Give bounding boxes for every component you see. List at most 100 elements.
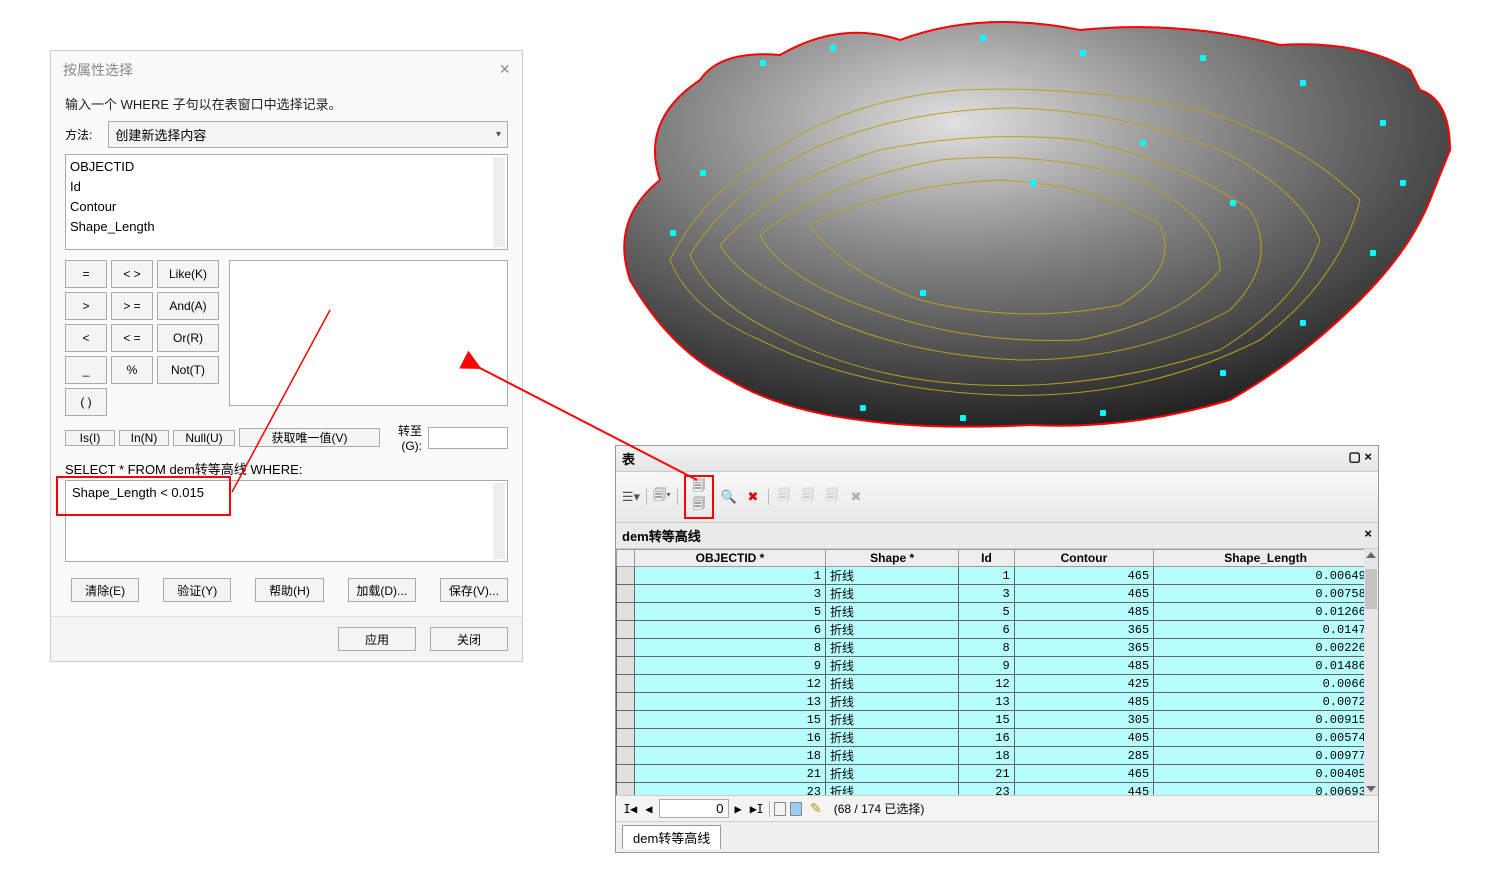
switch-selection-icon[interactable]: 🗐 <box>690 497 708 515</box>
table-row[interactable]: 12折线124250.00668 <box>617 675 1378 693</box>
op-and[interactable]: And(A) <box>157 292 219 320</box>
cell: 0.012663 <box>1154 603 1378 621</box>
select-by-attributes-dialog: 按属性选择 × 输入一个 WHERE 子句以在表窗口中选择记录。 方法: 创建新… <box>50 50 523 662</box>
cell: 折线 <box>826 693 959 711</box>
op-underscore[interactable]: _ <box>65 356 107 384</box>
panel-window-controls[interactable]: ▢ × <box>1349 449 1373 468</box>
cell: 465 <box>1014 765 1154 783</box>
cell: 0.01475 <box>1154 621 1378 639</box>
clear-button[interactable]: 清除(E) <box>71 578 139 602</box>
column-header[interactable]: Shape * <box>826 550 959 567</box>
op-is[interactable]: Is(I) <box>65 430 115 446</box>
column-header[interactable]: Shape_Length <box>1154 550 1378 567</box>
delete-icon[interactable]: 🗐 <box>823 488 841 506</box>
table-grid[interactable]: OBJECTID *Shape *IdContourShape_Length 1… <box>616 549 1378 795</box>
nav-first[interactable]: ⵊ◀ <box>622 802 639 816</box>
op-gte[interactable]: > = <box>111 292 153 320</box>
table-row[interactable]: 16折线164050.005741 <box>617 729 1378 747</box>
table-row[interactable]: 21折线214650.004053 <box>617 765 1378 783</box>
highlight-toolbar-box: 🗐 🗐 <box>684 475 714 519</box>
table-row[interactable]: 13折线134850.00725 <box>617 693 1378 711</box>
cell: 12 <box>959 675 1014 693</box>
edit-icon[interactable]: ✎ <box>806 800 826 817</box>
chevron-down-icon: ▾ <box>496 129 501 140</box>
op-or[interactable]: Or(R) <box>157 324 219 352</box>
field-list[interactable]: OBJECTID Id Contour Shape_Length <box>65 154 508 250</box>
cell <box>617 567 635 585</box>
op-lt[interactable]: < <box>65 324 107 352</box>
method-select[interactable]: 创建新选择内容 ▾ <box>108 121 508 148</box>
load-button[interactable]: 加载(D)... <box>348 578 416 602</box>
cell: 365 <box>1014 621 1154 639</box>
column-header[interactable]: OBJECTID * <box>635 550 826 567</box>
op-like[interactable]: Like(K) <box>157 260 219 288</box>
map-graphics <box>580 0 1490 440</box>
cell: 365 <box>1014 639 1154 657</box>
nav-next[interactable]: ▶ <box>733 802 744 816</box>
copy-icon[interactable]: 🗐 <box>775 488 793 506</box>
op-neq[interactable]: < > <box>111 260 153 288</box>
table-row[interactable]: 3折线34650.007589 <box>617 585 1378 603</box>
table-row[interactable]: 18折线182850.009777 <box>617 747 1378 765</box>
op-not[interactable]: Not(T) <box>157 356 219 384</box>
scrollbar[interactable] <box>1364 549 1378 795</box>
op-paren[interactable]: ( ) <box>65 388 107 416</box>
op-percent[interactable]: % <box>111 356 153 384</box>
table-row[interactable]: 15折线153050.009153 <box>617 711 1378 729</box>
column-header[interactable]: Id <box>959 550 1014 567</box>
op-gt[interactable]: > <box>65 292 107 320</box>
cell: 3 <box>959 585 1014 603</box>
field-item[interactable]: Contour <box>70 197 503 217</box>
cell: 23 <box>635 783 826 796</box>
sql-label: SELECT * FROM dem转等高线 WHERE: <box>65 459 508 478</box>
table-row[interactable]: 23折线234450.006939 <box>617 783 1378 796</box>
help-button[interactable]: 帮助(H) <box>255 578 323 602</box>
verify-button[interactable]: 验证(Y) <box>163 578 231 602</box>
nav-bar: ⵊ◀ ◀ ▶ ▶ⵊ ✎ (68 / 174 已选择) <box>616 795 1378 821</box>
op-lte[interactable]: < = <box>111 324 153 352</box>
show-selected-icon[interactable] <box>790 802 802 816</box>
close-button[interactable]: 关闭 <box>430 627 508 651</box>
cell: 15 <box>635 711 826 729</box>
clear-selection-icon[interactable]: ✖ <box>744 488 762 506</box>
paste-icon[interactable]: 🗐 <box>799 488 817 506</box>
cell: 折线 <box>826 603 959 621</box>
table-menu-icon[interactable]: ☰▾ <box>622 488 640 506</box>
related-tables-icon[interactable]: 🗐▾ <box>653 488 671 506</box>
nav-last[interactable]: ▶ⵊ <box>748 802 765 816</box>
table-row[interactable]: 9折线94850.014869 <box>617 657 1378 675</box>
get-unique-values-button[interactable]: 获取唯一值(V) <box>239 428 380 447</box>
goto-input[interactable] <box>428 427 508 449</box>
op-null[interactable]: Null(U) <box>173 430 235 446</box>
op-in[interactable]: In(N) <box>119 430 169 446</box>
close-icon[interactable]: × <box>499 59 510 80</box>
layer-close-icon[interactable]: × <box>1364 526 1372 545</box>
field-item[interactable]: OBJECTID <box>70 157 503 177</box>
cell: 405 <box>1014 729 1154 747</box>
nav-prev[interactable]: ◀ <box>643 802 654 816</box>
field-item[interactable]: Shape_Length <box>70 217 503 237</box>
column-header[interactable]: Contour <box>1014 550 1154 567</box>
nav-record-input[interactable] <box>659 799 729 818</box>
show-all-icon[interactable] <box>774 802 786 816</box>
cell: 0.009777 <box>1154 747 1378 765</box>
save-button[interactable]: 保存(V)... <box>440 578 508 602</box>
table-row[interactable]: 6折线63650.01475 <box>617 621 1378 639</box>
cell <box>617 675 635 693</box>
layer-tab[interactable]: dem转等高线 <box>622 825 721 849</box>
cell: 折线 <box>826 567 959 585</box>
zoom-selected-icon[interactable]: 🔍 <box>720 488 738 506</box>
sql-input[interactable]: Shape_Length < 0.015 <box>65 480 508 562</box>
column-header[interactable] <box>617 550 635 567</box>
table-row[interactable]: 1折线14650.006493 <box>617 567 1378 585</box>
unique-values-box[interactable] <box>229 260 508 406</box>
apply-button[interactable]: 应用 <box>338 627 416 651</box>
undo-icon[interactable]: ✖ <box>847 488 865 506</box>
field-item[interactable]: Id <box>70 177 503 197</box>
table-row[interactable]: 5折线54850.012663 <box>617 603 1378 621</box>
cell <box>617 621 635 639</box>
table-row[interactable]: 8折线83650.002268 <box>617 639 1378 657</box>
map-canvas[interactable] <box>580 0 1490 440</box>
op-eq[interactable]: = <box>65 260 107 288</box>
cell: 13 <box>959 693 1014 711</box>
